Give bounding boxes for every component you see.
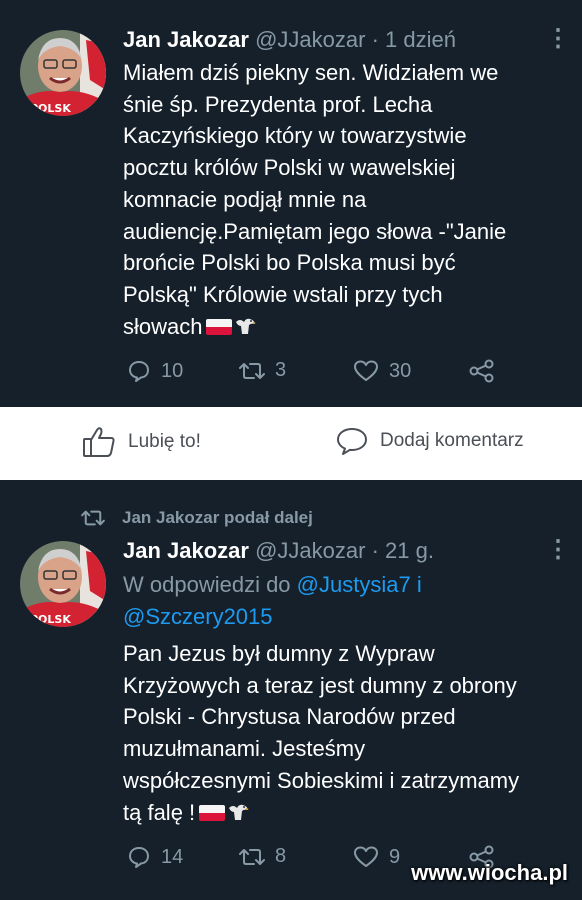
tweet-text-line: brońcie Polski bo Polska musi być: [123, 250, 456, 276]
tweet-time[interactable]: 1 dzień: [385, 27, 456, 52]
retweet-icon: [239, 848, 265, 865]
tweet-text-line: Pan Jezus był dumny z Wypraw: [123, 641, 435, 666]
reply-button[interactable]: 10: [127, 359, 183, 383]
share-button[interactable]: [469, 359, 495, 383]
reply-prefix: W odpowiedzi do: [123, 572, 291, 597]
retweet-count: 8: [275, 845, 287, 867]
mention-link[interactable]: @Szczery2015: [123, 604, 273, 629]
more-options-icon[interactable]: ⋮: [546, 538, 570, 562]
like-page-button[interactable]: Lubię to!: [82, 426, 201, 458]
reply-icon: [129, 361, 149, 382]
tweet-text-line: Miałem dziś piekny sen. Widziałem we: [123, 60, 499, 85]
tweet-text-line: Krzyżowych a teraz jest dumny z obrony: [123, 672, 517, 698]
retweeted-by-label[interactable]: Jan Jakozar podał dalej: [122, 508, 313, 528]
tweet-text-line: Polską" Królowie wstali przy tych: [123, 281, 443, 307]
tweet-text-line: muzułmanami. Jesteśmy: [123, 736, 366, 762]
author-handle[interactable]: @JJakozar: [255, 538, 365, 563]
tweet-text-line: słowach: [123, 313, 203, 339]
more-options-icon[interactable]: ⋮: [546, 27, 570, 51]
tweet-text-line: pocztu królów Polski w wawelskiej: [123, 155, 456, 181]
tweet-header: Jan Jakozar @JJakozar · 21 g.: [123, 538, 434, 564]
like-button[interactable]: 30: [353, 359, 411, 383]
tweet-text: Miałem dziś piekny sen. Widziałem we śni…: [123, 57, 568, 342]
mention-link[interactable]: @Justysia7: [297, 572, 411, 597]
tweet-header: Jan Jakozar @JJakozar · 1 dzień: [123, 27, 456, 53]
retweet-icon: [239, 362, 265, 379]
retweet-count: 3: [275, 359, 287, 381]
retweet-icon: [81, 510, 105, 526]
avatar[interactable]: POLSK: [20, 30, 106, 116]
tweet-text-line: komnacie podjął mnie na: [123, 186, 367, 212]
facebook-action-bar: Lubię to! Dodaj komentarz: [0, 407, 582, 480]
tweet-text-line: tą falę !: [123, 799, 196, 825]
retweeted-by: Jan Jakozar podał dalej: [80, 508, 313, 528]
reply-context: W odpowiedzi do @Justysia7 i @Szczery201…: [123, 569, 568, 632]
tweet-text-line: audiencję.Pamiętam jego słowa -"Janie: [123, 218, 507, 244]
dot-separator: ·: [371, 27, 379, 52]
reply-count: 14: [161, 845, 184, 868]
retweet-button[interactable]: 8: [239, 845, 286, 868]
tweet-actions: 10 3 30: [127, 359, 507, 389]
like-count: 9: [389, 845, 401, 868]
watermark: www.wiocha.pl: [411, 860, 568, 885]
like-page-label: Lubię to!: [128, 431, 201, 452]
tweet-text-last-line: słowach: [123, 311, 568, 343]
eagle-icon: [229, 804, 250, 820]
reply-conjunction: i: [416, 572, 422, 597]
thumbs-up-icon: [83, 427, 115, 457]
tweet-text-last-line: tą falę !: [123, 797, 568, 829]
reply-icon: [129, 847, 149, 868]
avatar[interactable]: POLSK: [20, 541, 106, 627]
like-button[interactable]: 9: [353, 845, 400, 869]
reply-button[interactable]: 14: [127, 845, 183, 869]
share-icon: [469, 359, 494, 383]
tweet-text-line: śnie śp. Prezydenta prof. Lecha: [123, 91, 433, 117]
polish-flag-icon: [199, 804, 226, 821]
author-handle[interactable]: @JJakozar: [255, 27, 365, 52]
eagle-icon: [236, 318, 257, 334]
author-name[interactable]: Jan Jakozar: [123, 27, 249, 52]
retweet-button[interactable]: 3: [239, 359, 286, 382]
tweet-text-line: współczesnymi Sobieskimi i zatrzymamy: [123, 767, 520, 793]
heart-icon: [354, 846, 378, 867]
polish-flag-icon: [206, 318, 233, 335]
reply-count: 10: [161, 359, 184, 382]
add-comment-label: Dodaj komentarz: [380, 430, 524, 451]
heart-icon: [354, 360, 378, 381]
tweet-time[interactable]: 21 g.: [385, 538, 434, 563]
tweet-text-line: Kaczyńskiego który w towarzystwie: [123, 123, 467, 149]
author-name[interactable]: Jan Jakozar: [123, 538, 249, 563]
dot-separator: ·: [371, 538, 379, 563]
comment-icon: [337, 428, 367, 455]
tweet-card-1: POLSK Jan Jakozar @JJakozar · 1 dzień ⋮ …: [0, 0, 582, 407]
tweet-text: Pan Jezus był dumny z Wypraw Krzyżowych …: [123, 638, 568, 828]
like-count: 30: [389, 359, 412, 382]
svg-text:POLSK: POLSK: [30, 102, 71, 115]
add-comment-button[interactable]: Dodaj komentarz: [336, 426, 524, 456]
tweet-text-line: Polski - Chrystusa Narodów przed: [123, 704, 456, 730]
